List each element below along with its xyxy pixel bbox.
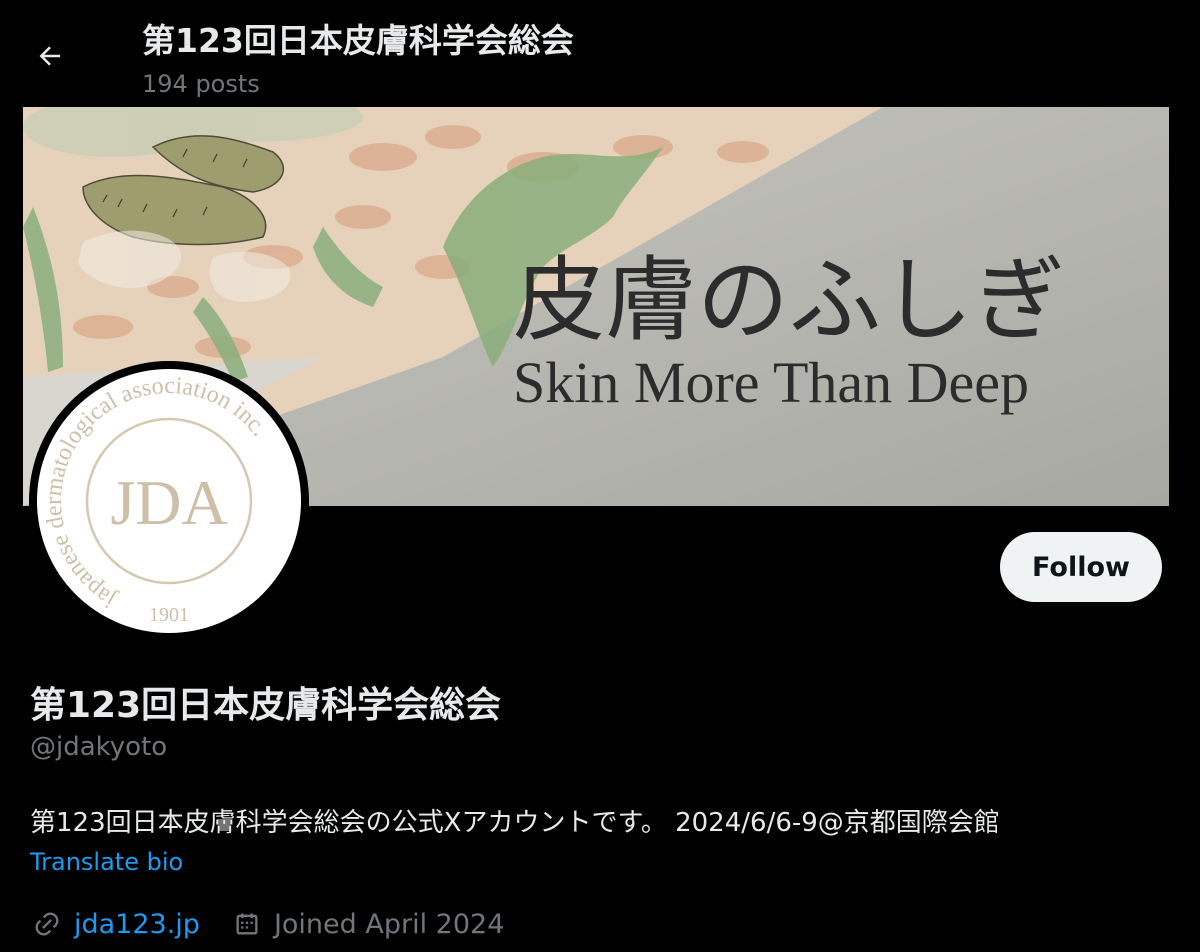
calendar-icon — [230, 907, 264, 941]
jda-logo: japanese dermatological association inc.… — [37, 369, 301, 633]
banner-en-title: Skin More Than Deep — [513, 350, 1029, 415]
joined-date: Joined April 2024 — [273, 908, 505, 940]
posts-count: 194 posts — [142, 70, 260, 98]
website-link[interactable]: jda123.jp — [74, 909, 200, 940]
arrow-left-icon — [39, 46, 60, 66]
link-icon — [30, 907, 64, 941]
profile-bio: 第123回日本皮膚科学会総会の公式Xアカウントです。 2024/6/6-9@京都… — [30, 808, 1000, 838]
translate-bio-link[interactable]: Translate bio — [30, 848, 183, 876]
top-bar: 第123回日本皮膚科学会総会 194 posts — [0, 0, 1200, 107]
user-handle: @jdakyoto — [30, 732, 168, 762]
follow-button[interactable]: Follow — [1000, 532, 1162, 602]
profile-meta: jda123.jp Joined April 2024 — [30, 904, 504, 944]
avatar-logo-text: JDA — [110, 467, 227, 538]
profile-avatar[interactable]: japanese dermatological association inc.… — [29, 361, 309, 641]
banner-jp-title: 皮膚のふしぎ — [513, 247, 1065, 354]
header-title: 第123回日本皮膚科学会総会 — [142, 21, 574, 60]
back-button[interactable] — [22, 28, 78, 84]
avatar-year: 1901 — [149, 604, 189, 626]
display-name: 第123回日本皮膚科学会総会 — [30, 685, 502, 726]
